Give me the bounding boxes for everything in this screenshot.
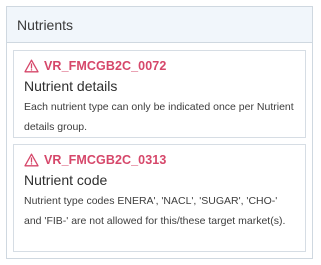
warning-triangle-icon (24, 153, 39, 167)
warning-triangle-icon (24, 59, 39, 73)
validation-card: VR_FMCGB2C_0072 Nutrient details Each nu… (13, 50, 306, 138)
validation-code: VR_FMCGB2C_0313 (44, 153, 167, 167)
validation-code-row: VR_FMCGB2C_0313 (24, 152, 297, 168)
validation-code-row: VR_FMCGB2C_0072 (24, 58, 297, 74)
panel-title: Nutrients (17, 16, 74, 33)
validation-title: Nutrient details (24, 78, 118, 94)
validation-description: Each nutrient type can only be indicated… (24, 101, 294, 133)
validation-code: VR_FMCGB2C_0072 (44, 59, 167, 73)
validation-card: VR_FMCGB2C_0313 Nutrient code Nutrient t… (13, 144, 306, 252)
nutrients-panel: Nutrients VR_FMCGB2C_0072 Nutrient detai… (6, 6, 313, 259)
validation-list: VR_FMCGB2C_0072 Nutrient details Each nu… (7, 43, 312, 252)
validation-title: Nutrient code (24, 172, 108, 188)
panel-header: Nutrients (7, 7, 312, 43)
validation-description: Nutrient type codes ENERA', 'NACL', 'SUG… (24, 195, 286, 227)
